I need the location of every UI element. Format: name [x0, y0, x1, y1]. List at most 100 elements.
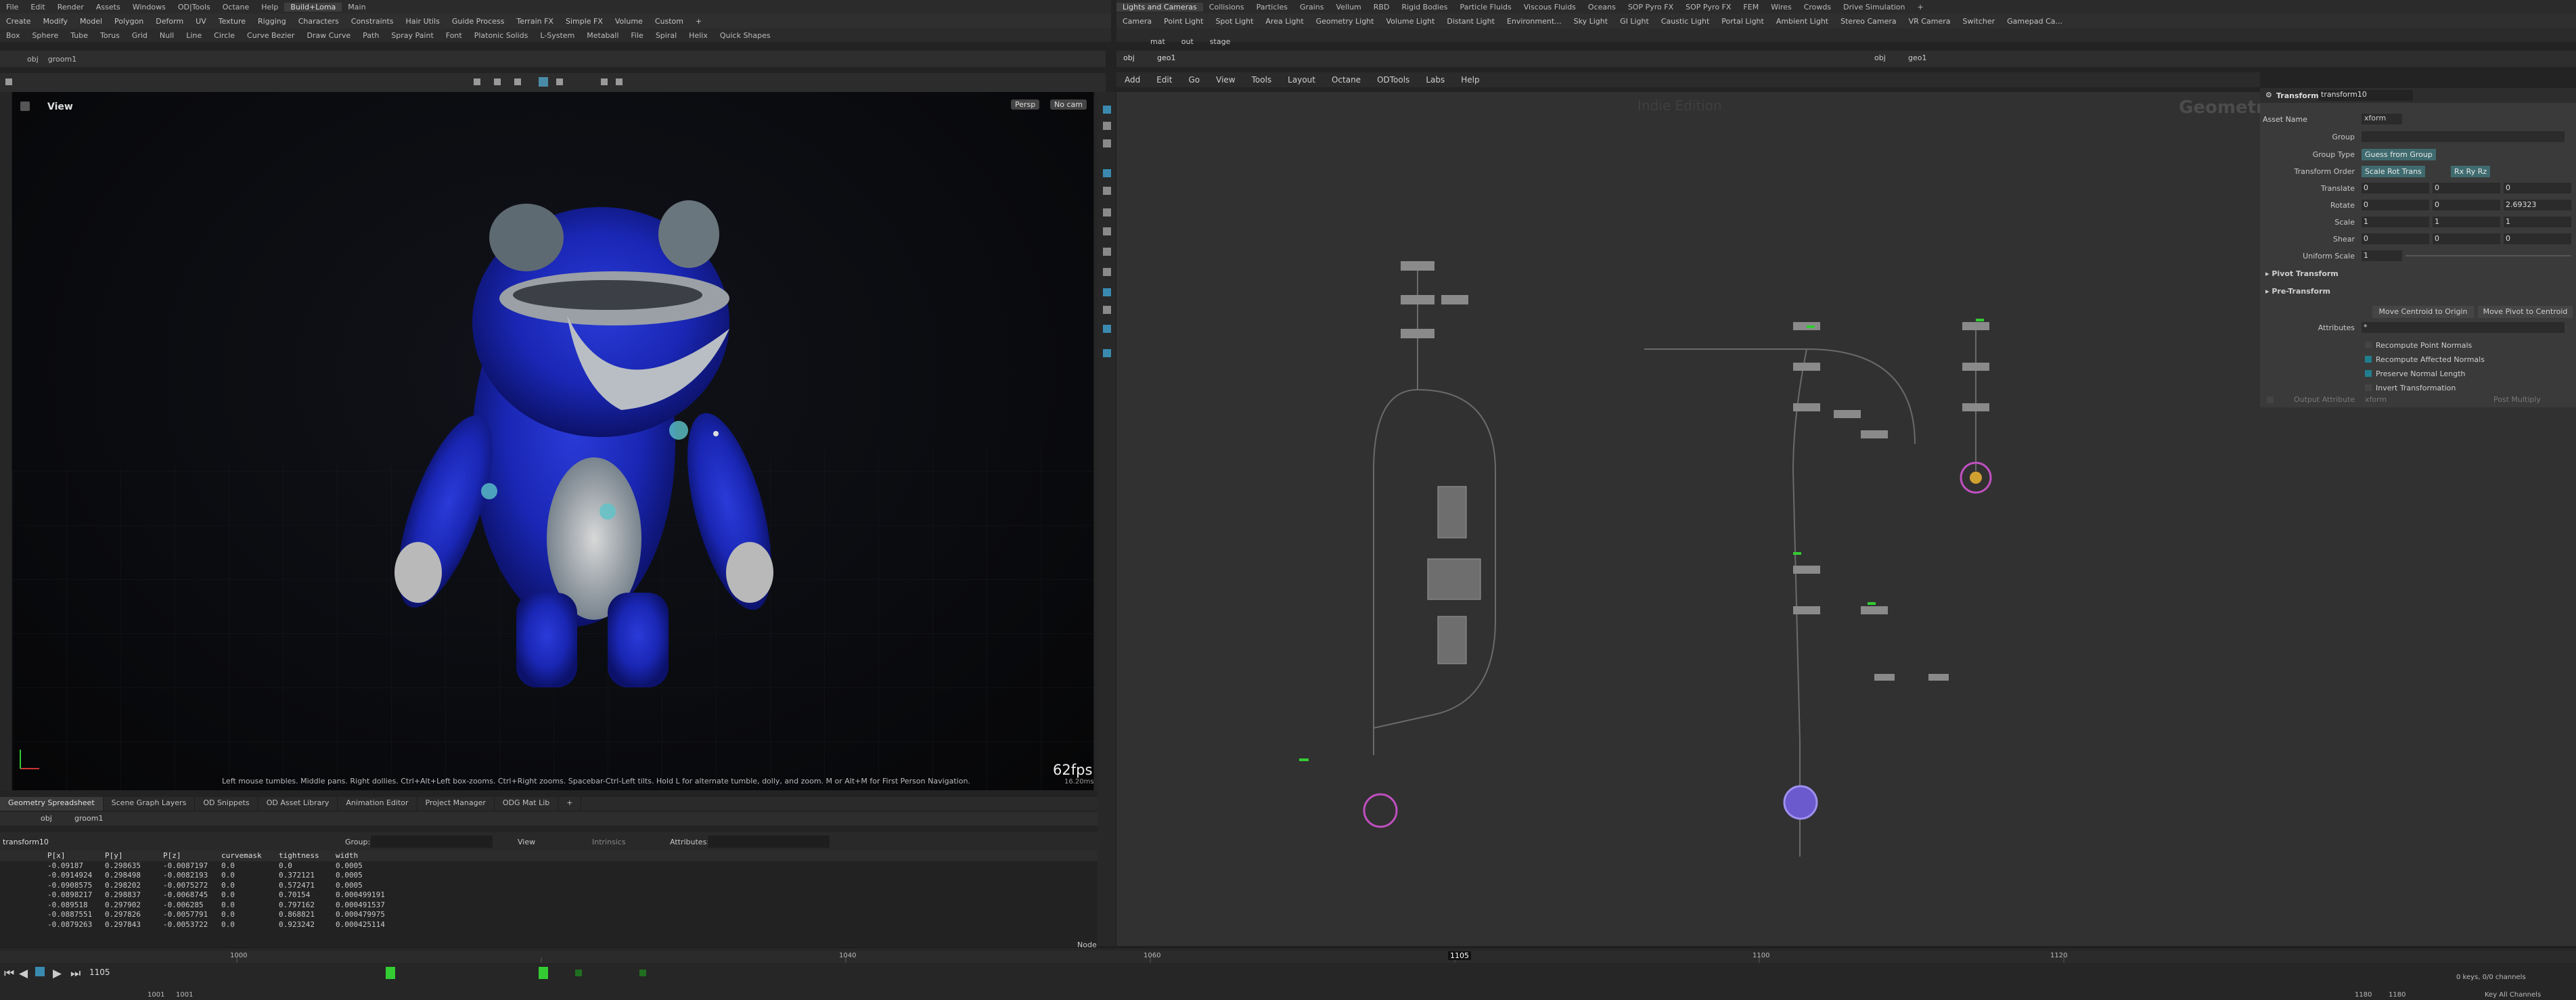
network-left-toolbar[interactable]: [1098, 92, 1116, 946]
shelf-tab[interactable]: Hair Utils: [400, 17, 446, 26]
shelf-tab[interactable]: RBD: [1368, 3, 1396, 12]
preserve-normal-length-toggle[interactable]: Preserve Normal Length: [2365, 367, 2485, 381]
table-row[interactable]: -0.0898217 0.298837 -0.0068745 0.0 0.70154 0.…: [0, 890, 1111, 901]
rotate-order-dropdown[interactable]: Rx Ry Rz: [2451, 166, 2491, 177]
net-menu-layout[interactable]: Layout: [1280, 75, 1324, 85]
uniform-scale-slider[interactable]: [2405, 255, 2571, 256]
range-end-field-2[interactable]: 1180: [2389, 991, 2405, 999]
rotate-z-field[interactable]: 2.69323: [2504, 200, 2571, 210]
viewport-left-tools[interactable]: [0, 92, 12, 790]
net-menu-odtools[interactable]: ODTools: [1369, 75, 1418, 85]
shelf-tool[interactable]: VR Camera: [1903, 17, 1957, 26]
shelf-tool[interactable]: Spray Paint: [385, 31, 439, 40]
path-node[interactable]: groom1: [74, 814, 103, 823]
menu-edit[interactable]: Edit: [24, 3, 51, 12]
column-header[interactable]: width: [336, 851, 403, 861]
tab-project-manager[interactable]: Project Manager: [417, 797, 495, 811]
path-stage[interactable]: stage: [1210, 37, 1231, 46]
shelf-tab[interactable]: Particles: [1250, 3, 1294, 12]
net-menu-edit[interactable]: Edit: [1148, 75, 1180, 85]
persp-menu[interactable]: Persp: [1011, 99, 1040, 110]
shelf-tool[interactable]: Stereo Camera: [1834, 17, 1903, 26]
shelf-tool[interactable]: Grid: [126, 31, 154, 40]
pre-transform-folder[interactable]: ▸ Pre-Transform: [2265, 287, 2330, 296]
tab-od-snippets[interactable]: OD Snippets: [195, 797, 258, 811]
output-attr-toggle[interactable]: [2267, 396, 2274, 403]
keyframe-marker[interactable]: [539, 967, 548, 979]
add-shelf-icon[interactable]: +: [1912, 3, 1930, 12]
menu-assets[interactable]: Assets: [90, 3, 127, 12]
shelf-tool[interactable]: L-System: [534, 31, 581, 40]
path-node-2[interactable]: geo1: [1908, 53, 1926, 62]
shelf-tab[interactable]: Custom: [649, 17, 690, 26]
shelf-tool[interactable]: Spiral: [650, 31, 683, 40]
shelf-tab[interactable]: Oceans: [1582, 3, 1622, 12]
shelf-tab[interactable]: Rigging: [252, 17, 292, 26]
shelf-tool[interactable]: Distant Light: [1441, 17, 1501, 26]
pivot-transform-folder[interactable]: ▸ Pivot Transform: [2265, 269, 2338, 278]
shelf-tool[interactable]: Box: [0, 31, 26, 40]
table-row[interactable]: -0.0879263 0.297843 -0.0053722 0.0 0.923242 0…: [0, 920, 1111, 930]
range-start-field[interactable]: 1001: [148, 991, 164, 999]
path-obj[interactable]: obj: [27, 55, 39, 64]
shelf-tab[interactable]: Modify: [37, 17, 74, 26]
shelf-tab[interactable]: Polygon: [108, 17, 150, 26]
path-node[interactable]: groom1: [48, 55, 76, 64]
shelf-tool[interactable]: Circle: [208, 31, 241, 40]
group-type-dropdown[interactable]: Guess from Group: [2362, 149, 2436, 160]
asset-name-field[interactable]: xform: [2362, 114, 2402, 124]
translate-x-field[interactable]: 0: [2362, 183, 2429, 194]
shelf-tool[interactable]: Line: [180, 31, 208, 40]
shelf-tab[interactable]: Volume: [609, 17, 649, 26]
shear-x-field[interactable]: 0: [2362, 233, 2429, 244]
column-header[interactable]: [0, 851, 47, 861]
view-dropdown[interactable]: View: [518, 838, 535, 846]
tab-geometry-spreadsheet[interactable]: Geometry Spreadsheet: [0, 797, 104, 811]
shelf-tab[interactable]: Wires: [1765, 3, 1797, 12]
table-row[interactable]: -0.09187 0.298635 -0.0087197 0.0 0.0 0.0005: [0, 861, 1111, 871]
shelf-tool[interactable]: GI Light: [1614, 17, 1655, 26]
tab-od-asset-library[interactable]: OD Asset Library: [258, 797, 338, 811]
path-obj[interactable]: obj: [41, 814, 52, 823]
shear-z-field[interactable]: 0: [2504, 233, 2571, 244]
column-header[interactable]: P[x]: [47, 851, 105, 861]
post-multiply-toggle[interactable]: Post Multiply: [2493, 395, 2541, 404]
current-frame-marker[interactable]: 1105: [1448, 951, 1471, 960]
desktop-selector[interactable]: Build+Loma: [284, 2, 342, 12]
shelf-tab[interactable]: Texture: [212, 17, 252, 26]
column-header[interactable]: tightness: [279, 851, 336, 861]
shelf-tool[interactable]: Platonic Solids: [468, 31, 535, 40]
shelf-tab[interactable]: Particle Fluids: [1453, 3, 1517, 12]
camera-menu[interactable]: No cam: [1050, 99, 1087, 110]
shelf-tool[interactable]: Switcher: [1956, 17, 2001, 26]
shelf-tool[interactable]: Curve Bezier: [241, 31, 300, 40]
net-menu-view[interactable]: View: [1208, 75, 1243, 85]
shelf-tab[interactable]: Characters: [292, 17, 345, 26]
intrinsics-dropdown[interactable]: Intrinsics: [592, 838, 626, 846]
shelf-tool[interactable]: Gamepad Ca...: [2001, 17, 2069, 26]
path-mat[interactable]: mat: [1150, 37, 1165, 46]
shelf-tool[interactable]: Null: [154, 31, 180, 40]
tab-main[interactable]: Main: [342, 3, 371, 12]
play-icon[interactable]: ▶: [53, 967, 62, 980]
shelf-tool[interactable]: Geometry Light: [1310, 17, 1380, 26]
add-tab-icon[interactable]: +: [558, 797, 582, 811]
shelf-tab[interactable]: Deform: [150, 17, 189, 26]
path-out[interactable]: out: [1181, 37, 1194, 46]
shelf-tool[interactable]: Quick Shapes: [714, 31, 777, 40]
shelf-tool[interactable]: Camera: [1116, 17, 1158, 26]
shelf-tool[interactable]: Torus: [94, 31, 126, 40]
shelf-tool[interactable]: Environment...: [1501, 17, 1568, 26]
shelf-tab[interactable]: Guide Process: [446, 17, 511, 26]
column-header[interactable]: P[z]: [163, 851, 221, 861]
attributes-field[interactable]: *: [2362, 322, 2564, 333]
tab-odg-mat-lib[interactable]: ODG Mat Lib: [495, 797, 559, 811]
net-menu-go[interactable]: Go: [1180, 75, 1208, 85]
menu-odtools[interactable]: OD|Tools: [172, 3, 217, 12]
group-field[interactable]: [371, 836, 493, 848]
shelf-tool[interactable]: File: [625, 31, 649, 40]
shelf-tab[interactable]: Collisions: [1203, 3, 1250, 12]
shelf-tab[interactable]: Terrain FX: [510, 17, 560, 26]
net-menu-help[interactable]: Help: [1453, 75, 1487, 85]
range-end-field[interactable]: 1180: [2355, 991, 2372, 999]
